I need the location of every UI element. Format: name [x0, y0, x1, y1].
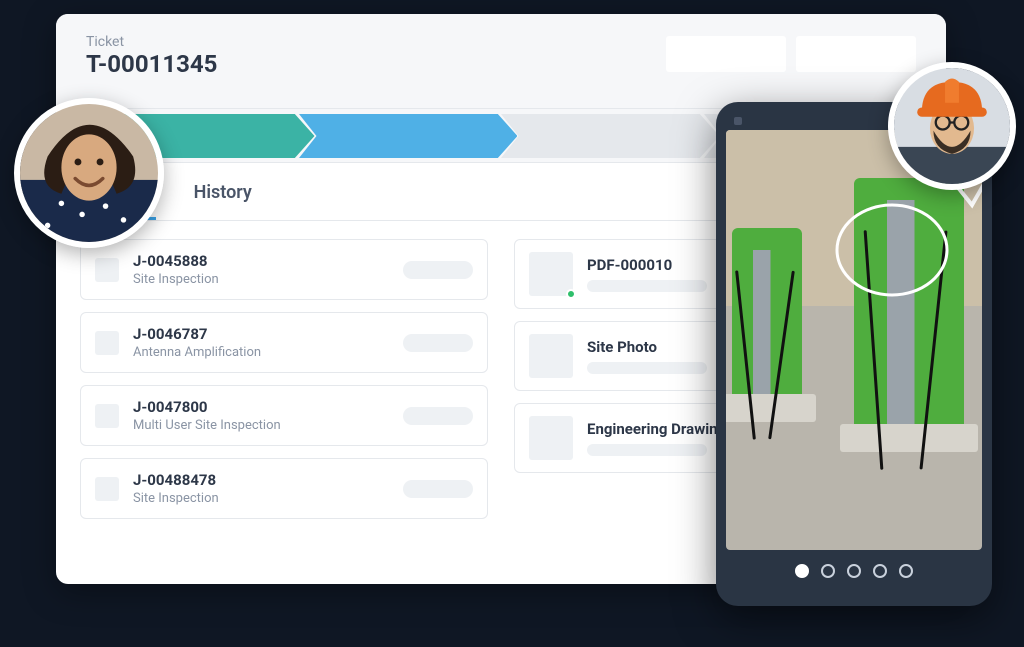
- page-dot[interactable]: [873, 564, 887, 578]
- job-thumb-icon: [95, 331, 119, 355]
- progress-step-3[interactable]: [501, 114, 720, 158]
- avatar-user-2: [888, 62, 1016, 190]
- page-dot[interactable]: [821, 564, 835, 578]
- job-desc: Site Inspection: [133, 491, 389, 506]
- header-buttons: [666, 36, 916, 72]
- jobs-column: J-0045888 Site Inspection J-0046787 Ante…: [80, 239, 488, 519]
- file-thumb-icon: [529, 416, 573, 460]
- phone-screen[interactable]: [726, 130, 982, 550]
- phone-camera-icon: [734, 117, 742, 125]
- job-desc: Site Inspection: [133, 272, 389, 287]
- job-card[interactable]: J-0047800 Multi User Site Inspection: [80, 385, 488, 446]
- job-card[interactable]: J-00488478 Site Inspection: [80, 458, 488, 519]
- job-id: J-0046787: [133, 325, 389, 343]
- page-dot[interactable]: [795, 564, 809, 578]
- avatar-user-1: [14, 98, 164, 248]
- job-desc: Multi User Site Inspection: [133, 418, 389, 433]
- page-dot[interactable]: [899, 564, 913, 578]
- page-dot[interactable]: [847, 564, 861, 578]
- job-status-badge: [403, 261, 473, 279]
- job-thumb-icon: [95, 258, 119, 282]
- header-action-1[interactable]: [666, 36, 786, 72]
- job-desc: Antenna Amplification: [133, 345, 389, 360]
- job-status-badge: [403, 407, 473, 425]
- job-status-badge: [403, 480, 473, 498]
- job-card[interactable]: J-0045888 Site Inspection: [80, 239, 488, 300]
- status-dot-icon: [566, 289, 576, 299]
- file-subtext: [587, 444, 707, 456]
- ev-charger-photo: [726, 130, 982, 550]
- ticket-header: Ticket T-00011345: [56, 14, 946, 109]
- job-id: J-00488478: [133, 471, 389, 489]
- job-status-badge: [403, 334, 473, 352]
- phone-page-dots: [726, 564, 982, 578]
- job-id: J-0045888: [133, 252, 389, 270]
- job-thumb-icon: [95, 404, 119, 428]
- tab-history[interactable]: History: [194, 182, 252, 220]
- job-id: J-0047800: [133, 398, 389, 416]
- file-subtext: [587, 280, 707, 292]
- file-thumb-icon: [529, 252, 573, 296]
- job-card[interactable]: J-0046787 Antenna Amplification: [80, 312, 488, 373]
- job-thumb-icon: [95, 477, 119, 501]
- header-action-2[interactable]: [796, 36, 916, 72]
- file-subtext: [587, 362, 707, 374]
- file-thumb-icon: [529, 334, 573, 378]
- progress-step-2[interactable]: [299, 114, 518, 158]
